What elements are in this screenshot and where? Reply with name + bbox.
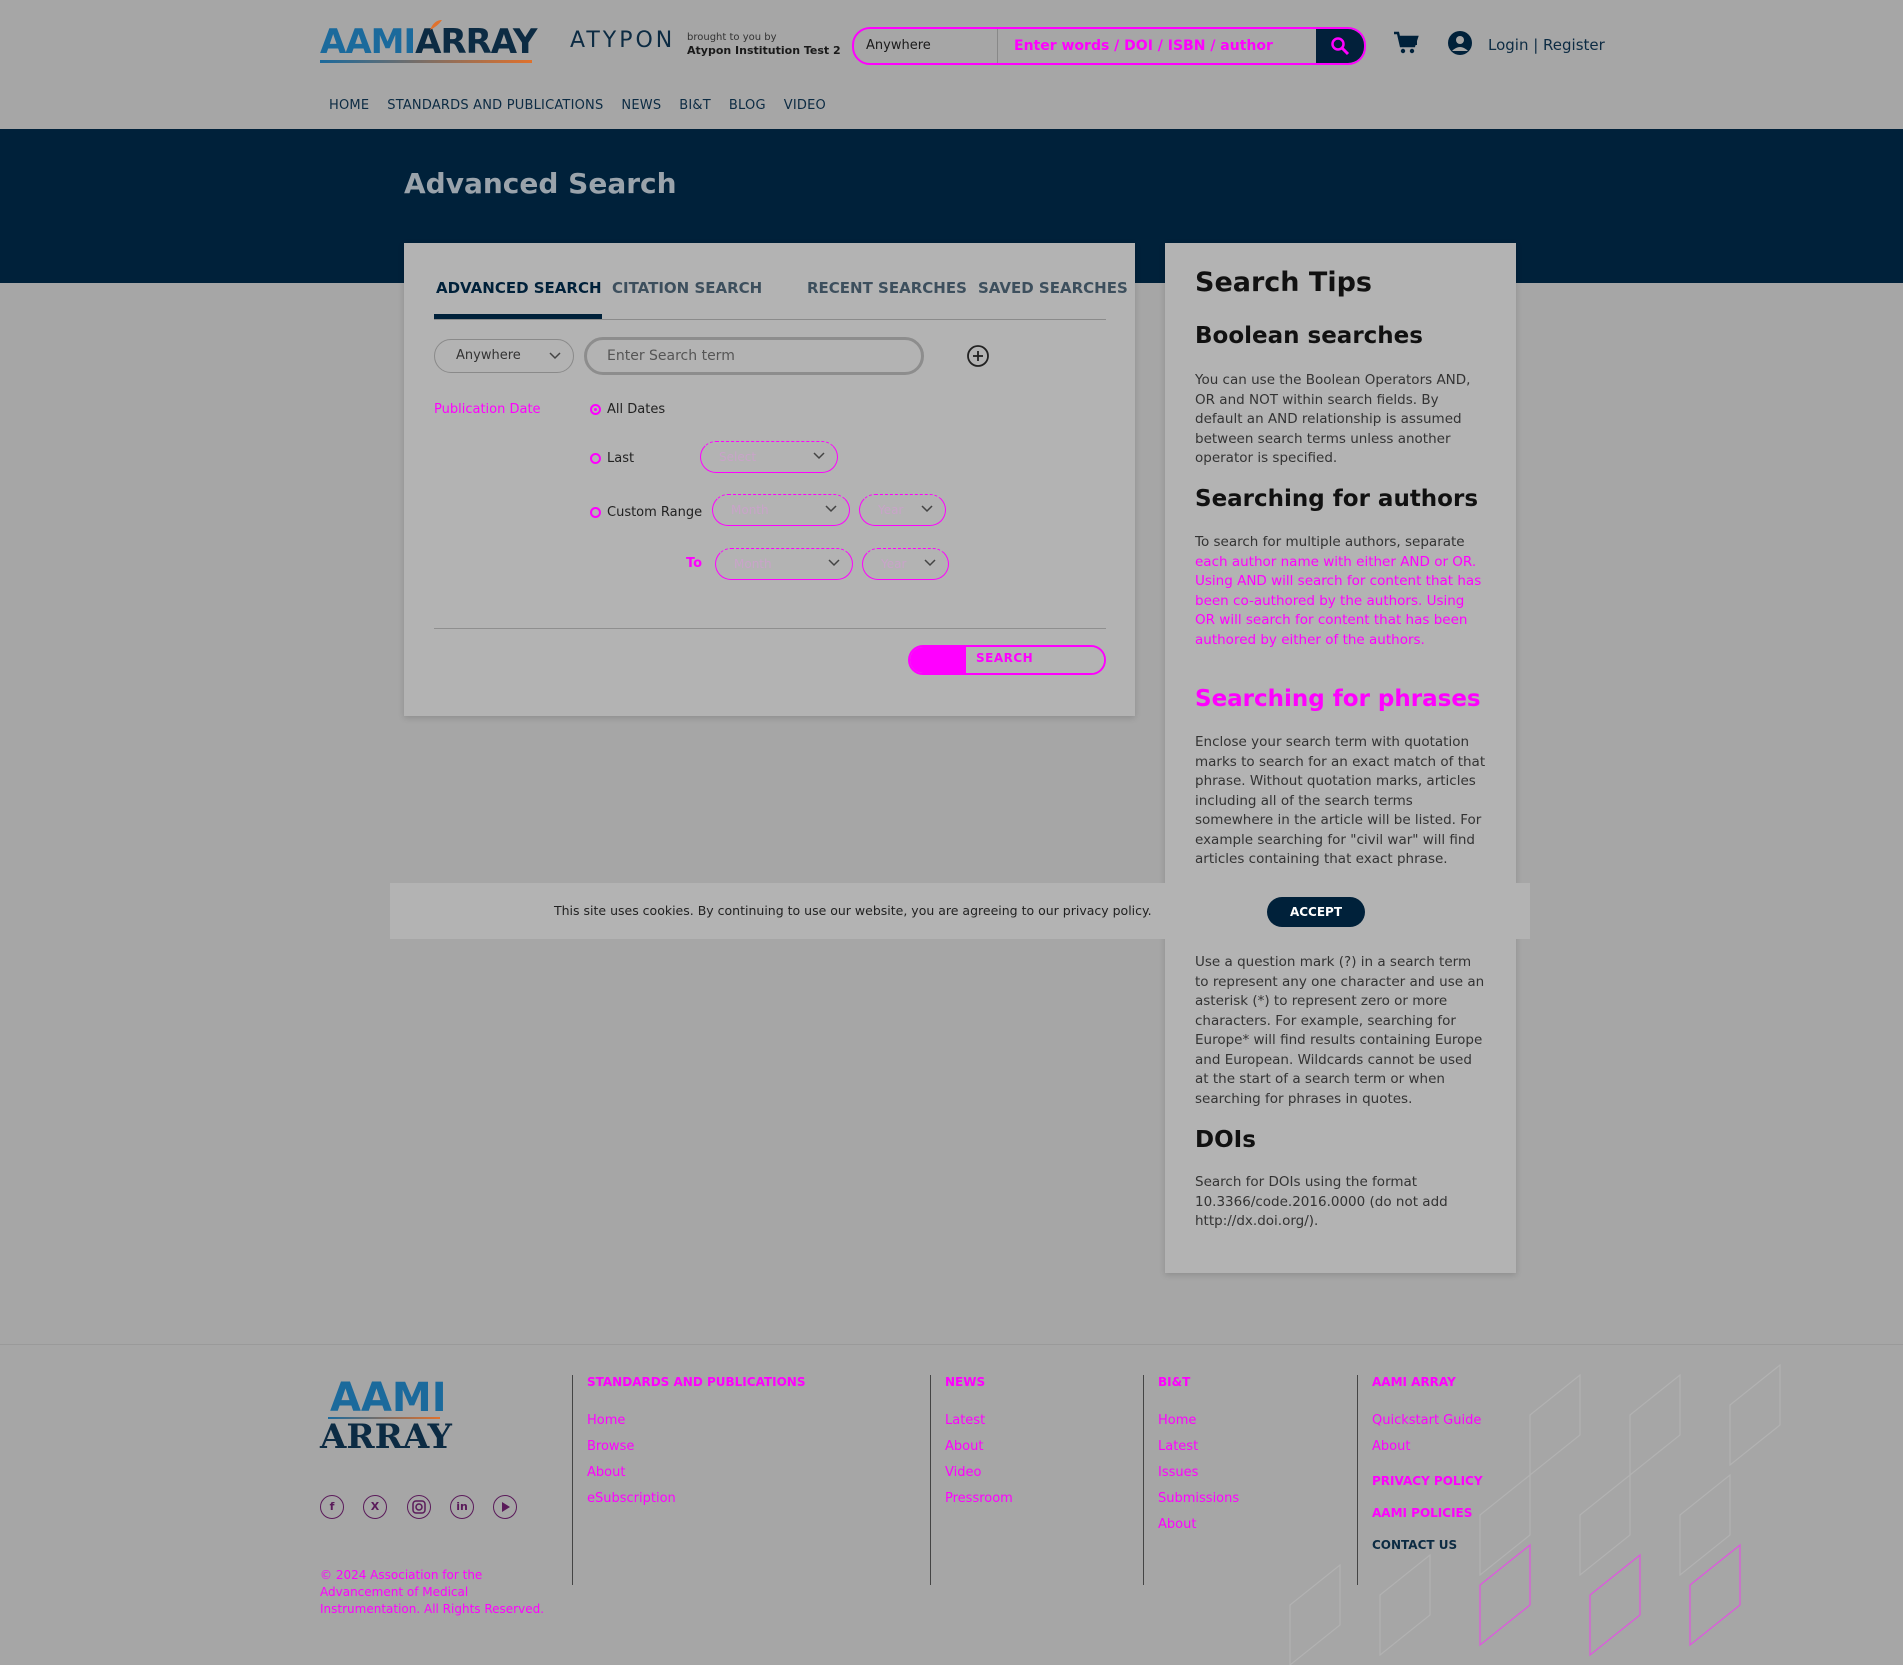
footer-link[interactable]: Latest bbox=[1158, 1439, 1239, 1454]
footer-link[interactable]: About bbox=[1372, 1439, 1483, 1454]
active-tab-indicator bbox=[434, 314, 602, 319]
footer-col-aami-array: AAMI ARRAY Quickstart Guide About PRIVAC… bbox=[1357, 1375, 1483, 1585]
tab-saved-searches[interactable]: SAVED SEARCHES bbox=[978, 279, 1128, 297]
chevron-down-icon bbox=[924, 559, 936, 567]
dois-heading: DOIs bbox=[1195, 1127, 1256, 1153]
last-period-select[interactable]: Select bbox=[700, 441, 838, 473]
nav-blog[interactable]: BLOG bbox=[729, 98, 766, 113]
footer-link[interactable]: Home bbox=[587, 1413, 805, 1428]
footer-logo[interactable]: AAMI ARRAY bbox=[320, 1375, 452, 1465]
footer-col-bit: BI&T Home Latest Issues Submissions Abou… bbox=[1143, 1375, 1239, 1585]
chevron-down-icon bbox=[549, 352, 561, 360]
tab-advanced-search[interactable]: ADVANCED SEARCH bbox=[436, 279, 602, 297]
page-title: Advanced Search bbox=[404, 167, 677, 200]
search-tips-panel: Search Tips Boolean searches You can use… bbox=[1165, 243, 1516, 1273]
aami-array-logo[interactable]: AAMIARRAY bbox=[320, 18, 537, 66]
nav-standards[interactable]: STANDARDS AND PUBLICATIONS bbox=[387, 98, 603, 113]
publication-date-label: Publication Date bbox=[434, 402, 541, 417]
footer-link[interactable]: Pressroom bbox=[945, 1491, 1013, 1506]
atypon-logo[interactable]: ATYPON bbox=[570, 28, 675, 53]
search-tabs: ADVANCED SEARCH CITATION SEARCH RECENT S… bbox=[434, 279, 1128, 320]
leaf-icon bbox=[430, 20, 442, 30]
instagram-icon[interactable] bbox=[407, 1495, 431, 1519]
quick-search-input[interactable]: Enter words / DOI / ISBN / author bbox=[1014, 29, 1273, 63]
from-year-select[interactable]: Year bbox=[859, 494, 946, 526]
chevron-down-icon bbox=[813, 452, 825, 460]
quick-search: Anywhere Enter words / DOI / ISBN / auth… bbox=[852, 27, 1366, 65]
to-month-select[interactable]: Month bbox=[715, 548, 853, 580]
advanced-search-card: ADVANCED SEARCH CITATION SEARCH RECENT S… bbox=[404, 243, 1135, 716]
search-icon bbox=[1331, 37, 1350, 56]
authors-text: To search for multiple authors, separate… bbox=[1195, 534, 1482, 648]
footer-link[interactable]: Home bbox=[1158, 1413, 1239, 1428]
field-scope-select[interactable]: Anywhere bbox=[434, 339, 574, 373]
radio-custom-range[interactable]: Custom Range bbox=[590, 505, 702, 520]
to-label: To bbox=[686, 556, 703, 571]
quick-search-button[interactable] bbox=[1316, 29, 1364, 63]
user-icon[interactable] bbox=[1447, 30, 1473, 56]
to-year-select[interactable]: Year bbox=[862, 548, 949, 580]
main-nav: HOME STANDARDS AND PUBLICATIONS NEWS BI&… bbox=[329, 98, 844, 113]
footer-link[interactable]: Quickstart Guide bbox=[1372, 1413, 1483, 1428]
footer-link[interactable]: eSubscription bbox=[587, 1491, 805, 1506]
quick-search-scope[interactable]: Anywhere bbox=[854, 29, 998, 63]
search-term-input[interactable]: Enter Search term bbox=[584, 337, 924, 375]
dois-text: Search for DOIs using the format 10.3366… bbox=[1195, 1174, 1448, 1229]
tab-citation-search[interactable]: CITATION SEARCH bbox=[612, 279, 762, 297]
footer-link[interactable]: Video bbox=[945, 1465, 1013, 1480]
cart-icon[interactable] bbox=[1392, 30, 1420, 56]
boolean-text: You can use the Boolean Operators AND, O… bbox=[1195, 372, 1471, 466]
login-register-link[interactable]: Login | Register bbox=[1488, 36, 1605, 54]
aami-policies-link[interactable]: AAMI POLICIES bbox=[1372, 1506, 1483, 1520]
footer-link[interactable]: Latest bbox=[945, 1413, 1013, 1428]
cookie-message: This site uses cookies. By continuing to… bbox=[554, 903, 1152, 918]
site-footer: AAMI ARRAY f X in © 2024 Association for… bbox=[0, 1344, 1903, 1665]
chevron-down-icon bbox=[825, 505, 837, 513]
privacy-policy-link[interactable]: PRIVACY POLICY bbox=[1372, 1474, 1483, 1488]
footer-link[interactable]: Browse bbox=[587, 1439, 805, 1454]
nav-video[interactable]: VIDEO bbox=[784, 98, 826, 113]
footer-link[interactable]: About bbox=[1158, 1517, 1239, 1532]
nav-home[interactable]: HOME bbox=[329, 98, 369, 113]
x-icon[interactable]: X bbox=[363, 1495, 387, 1519]
copyright: © 2024 Association for the Advancement o… bbox=[320, 1568, 545, 1616]
youtube-icon[interactable] bbox=[493, 1495, 517, 1519]
footer-link[interactable]: About bbox=[587, 1465, 805, 1480]
search-button[interactable]: SEARCH bbox=[908, 645, 1106, 675]
radio-all-dates[interactable]: All Dates bbox=[590, 402, 665, 417]
from-month-select[interactable]: Month bbox=[712, 494, 850, 526]
add-field-icon[interactable] bbox=[966, 344, 990, 368]
accept-cookies-button[interactable]: ACCEPT bbox=[1267, 897, 1365, 927]
authors-heading: Searching for authors bbox=[1195, 486, 1479, 512]
divider bbox=[434, 628, 1106, 629]
brought-by: brought to you by Atypon Institution Tes… bbox=[687, 32, 841, 57]
radio-last[interactable]: Last bbox=[590, 451, 634, 466]
footer-col-standards: STANDARDS AND PUBLICATIONS Home Browse A… bbox=[572, 1375, 805, 1585]
search-tips-title: Search Tips bbox=[1195, 267, 1372, 298]
radio-dot bbox=[590, 404, 601, 415]
tab-recent-searches[interactable]: RECENT SEARCHES bbox=[807, 279, 967, 297]
footer-link[interactable]: About bbox=[945, 1439, 1013, 1454]
footer-link[interactable]: Submissions bbox=[1158, 1491, 1239, 1506]
footer-link[interactable]: Issues bbox=[1158, 1465, 1239, 1480]
boolean-heading: Boolean searches bbox=[1195, 323, 1423, 349]
chevron-down-icon bbox=[828, 559, 840, 567]
cookie-banner: This site uses cookies. By continuing to… bbox=[390, 883, 1530, 939]
linkedin-icon[interactable]: in bbox=[450, 1495, 474, 1519]
nav-news[interactable]: NEWS bbox=[621, 98, 661, 113]
radio-dot bbox=[590, 453, 601, 464]
footer-col-news: NEWS Latest About Video Pressroom bbox=[930, 1375, 1013, 1585]
nav-bit[interactable]: BI&T bbox=[679, 98, 711, 113]
chevron-down-icon bbox=[921, 505, 933, 513]
decorative-pattern bbox=[1289, 1363, 1781, 1665]
phrases-text: Enclose your search term with quotation … bbox=[1195, 734, 1486, 867]
contact-us-link[interactable]: CONTACT US bbox=[1372, 1538, 1483, 1552]
radio-dot bbox=[590, 507, 601, 518]
phrases-heading: Searching for phrases bbox=[1195, 686, 1481, 712]
facebook-icon[interactable]: f bbox=[320, 1495, 344, 1519]
site-header: AAMIARRAY ATYPON brought to you by Atypo… bbox=[0, 0, 1903, 128]
wildcard-text: Use a question mark (?) in a search term… bbox=[1195, 954, 1485, 1107]
